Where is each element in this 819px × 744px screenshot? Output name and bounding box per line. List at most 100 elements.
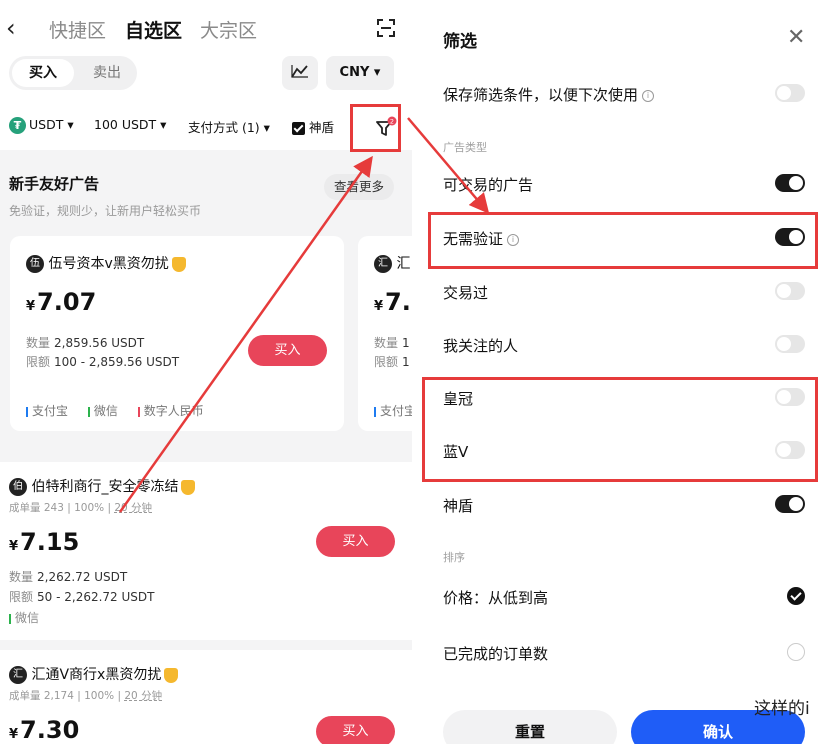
- merchant-name: 伍 伍号资本v黑资勿扰: [26, 253, 186, 273]
- completion-rate: 100%: [74, 502, 105, 514]
- price: ¥7.07: [26, 288, 96, 316]
- limit: 限额 50 - 2,262.72 USDT: [9, 588, 154, 605]
- buy-button[interactable]: 买入: [248, 335, 327, 366]
- tab-quick[interactable]: 快捷区: [49, 16, 106, 43]
- quantity-value: 1: [402, 336, 410, 350]
- ad-card[interactable]: 汇 汇 ¥7.0 数量1 限额1 支付宝: [358, 236, 412, 431]
- limit-label: 限额: [26, 355, 51, 369]
- promo-title: 新手友好广告: [9, 175, 100, 193]
- highlight-filter-button: [350, 104, 401, 152]
- sort-price-asc[interactable]: 价格：从低到高: [443, 577, 805, 617]
- avatar: 伍: [26, 255, 44, 273]
- list-item[interactable]: 伯 伯特利商行_安全零冻结 成单量 243 | 100% | 20 分钟 ¥7.…: [0, 462, 412, 640]
- price-value: 7.30: [20, 716, 80, 744]
- shield-badge-icon: [171, 256, 186, 272]
- chart-icon: [291, 65, 308, 78]
- payment-label: 微信: [15, 611, 40, 625]
- save-filter-text: 保存筛选条件，以便下次使用: [443, 86, 639, 104]
- following-toggle[interactable]: [775, 335, 805, 353]
- currency-select[interactable]: CNY ▾: [326, 56, 394, 90]
- buy-tab[interactable]: 买入: [12, 59, 74, 87]
- shield-toggle[interactable]: [775, 495, 805, 513]
- filter-panel: 筛选 ✕ 保存筛选条件，以便下次使用 i 广告类型 可交易的广告 无需验证 i 交易…: [425, 0, 819, 744]
- shield-badge-icon: [164, 667, 179, 683]
- payment-ecny: 数字人民币: [137, 404, 212, 418]
- orders-value: 243: [43, 502, 64, 514]
- asset-value: USDT: [29, 117, 64, 132]
- option-tradable: 可交易的广告: [443, 164, 805, 204]
- reset-button[interactable]: 重置: [443, 710, 617, 744]
- price: ¥7.30: [9, 716, 79, 744]
- quantity-label: 数量: [9, 570, 34, 584]
- asset-filter[interactable]: ₮ USDT ▾: [9, 117, 74, 134]
- merchant-name: 汇 汇: [374, 253, 410, 273]
- shield-filter[interactable]: 神盾: [292, 117, 334, 136]
- merchant-stats: 成单量 2,174 | 100% | 20 分钟: [9, 690, 163, 702]
- scan-icon[interactable]: [376, 18, 396, 43]
- tether-icon: ₮: [9, 117, 26, 134]
- ad-card[interactable]: 伍 伍号资本v黑资勿扰 ¥7.07 数量 2,859.56 USDT 限额 100 …: [10, 236, 344, 431]
- currency-value: CNY: [339, 65, 370, 80]
- option-label: 交易过: [443, 284, 489, 302]
- highlight-no-verification: [428, 212, 818, 269]
- back-icon[interactable]: ‹: [6, 14, 16, 42]
- limit-value: 100 - 2,859.56 USDT: [54, 355, 180, 369]
- sell-tab[interactable]: 卖出: [79, 59, 135, 87]
- limit: 限额 1: [374, 353, 410, 370]
- save-filter-label: 保存筛选条件，以便下次使用 i: [443, 84, 655, 105]
- avatar: 伯: [9, 478, 27, 496]
- currency-symbol: ¥: [9, 539, 19, 554]
- orders-label: 成单量: [9, 502, 41, 514]
- limit: 限额 100 - 2,859.56 USDT: [26, 353, 179, 370]
- close-icon[interactable]: ✕: [787, 25, 805, 50]
- payment-filter[interactable]: 支付方式 (1) ▾: [188, 117, 270, 136]
- currency-symbol: ¥: [374, 299, 384, 314]
- info-icon[interactable]: i: [642, 89, 655, 102]
- buy-button[interactable]: 买入: [316, 526, 395, 557]
- limit-value: 1: [402, 355, 410, 369]
- highlight-crown-bluev: [422, 377, 818, 482]
- sort-label: 已完成的订单数: [443, 645, 549, 663]
- unchecked-radio-icon[interactable]: [787, 643, 805, 661]
- currency-symbol: ¥: [9, 727, 19, 742]
- payment-wechat: 微信: [87, 404, 126, 418]
- chart-button[interactable]: [282, 56, 318, 90]
- sort-completed-orders[interactable]: 已完成的订单数: [443, 633, 805, 673]
- list-item[interactable]: 汇 汇通V商行x黑资勿扰 成单量 2,174 | 100% | 20 分钟 ¥7…: [0, 650, 412, 744]
- avatar: 汇: [374, 255, 392, 273]
- buy-button[interactable]: 买入: [316, 716, 395, 744]
- limit-label: 限额: [9, 590, 34, 604]
- see-more-button[interactable]: 查看更多: [324, 174, 394, 200]
- tab-favorites[interactable]: 自选区: [125, 16, 182, 43]
- quantity-value: 2,859.56 USDT: [54, 336, 145, 350]
- release-time: 20 分钟: [124, 690, 163, 702]
- option-label: 神盾: [443, 497, 474, 515]
- merchant-label: 伍号资本v黑资勿扰: [48, 256, 169, 272]
- limit-label: 限额: [374, 355, 399, 369]
- quantity: 数量 2,262.72 USDT: [9, 568, 127, 585]
- buy-sell-toggle: 买入 卖出: [9, 56, 137, 90]
- option-following: 我关注的人: [443, 325, 805, 365]
- tradable-toggle[interactable]: [775, 174, 805, 192]
- promo-subtitle: 免验证，规则少，让新用户轻松买币: [9, 204, 202, 218]
- quantity: 数量 1: [374, 334, 410, 351]
- payment-alipay: 支付宝: [374, 404, 412, 418]
- save-filter-toggle[interactable]: [775, 84, 805, 102]
- merchant-label: 汇: [396, 256, 411, 272]
- watermark-text: 这样的i: [754, 699, 810, 719]
- traded-before-toggle[interactable]: [775, 282, 805, 300]
- checkbox-checked-icon: [292, 122, 305, 135]
- shield-badge-icon: [181, 479, 196, 495]
- quantity-label: 数量: [26, 336, 51, 350]
- checked-radio-icon[interactable]: [787, 587, 805, 605]
- option-label: 我关注的人: [443, 337, 519, 355]
- payment-alipay: 支付宝: [26, 404, 76, 418]
- amount-filter[interactable]: 100 USDT ▾: [94, 117, 166, 132]
- price: ¥7.15: [9, 528, 79, 556]
- tab-block[interactable]: 大宗区: [200, 16, 257, 43]
- currency-symbol: ¥: [26, 299, 36, 314]
- quantity: 数量 2,859.56 USDT: [26, 334, 144, 351]
- payment-label: 数字人民币: [143, 404, 204, 418]
- price-value: 7.0: [385, 288, 412, 316]
- amount-value: 100 USDT: [94, 117, 157, 132]
